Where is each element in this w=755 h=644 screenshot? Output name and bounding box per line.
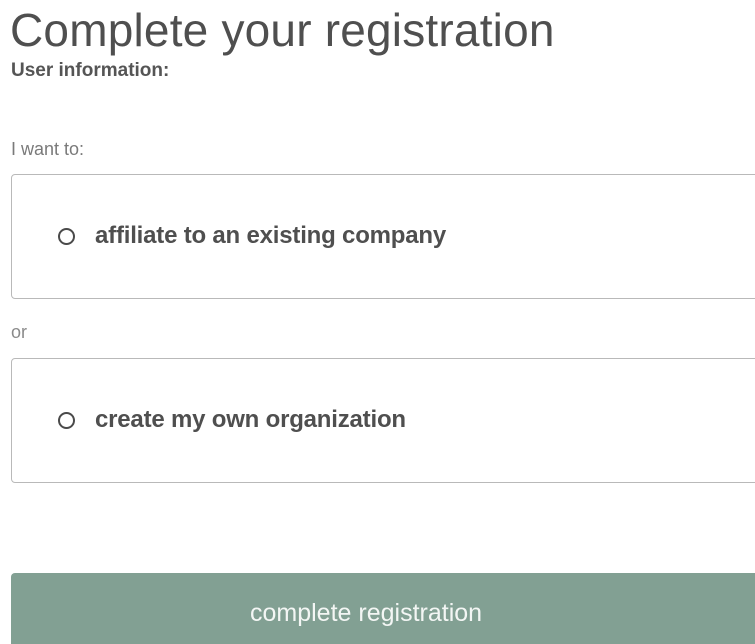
registration-page: Complete your registration User informat… [0, 0, 755, 644]
radio-button-create-organization[interactable] [58, 412, 75, 429]
or-separator: or [11, 322, 28, 342]
page-title: Complete your registration [10, 4, 555, 56]
complete-registration-button[interactable]: complete registration [11, 573, 755, 644]
radio-button-affiliate[interactable] [58, 228, 75, 245]
choice-prompt: I want to: [11, 139, 85, 159]
option-affiliate-label[interactable]: affiliate to an existing company [95, 222, 446, 250]
option-create-organization-label[interactable]: create my own organization [95, 406, 406, 434]
section-subtitle: User information: [11, 60, 170, 81]
option-create-organization-card[interactable]: create my own organization [11, 358, 755, 483]
option-affiliate-card[interactable]: affiliate to an existing company [11, 174, 755, 299]
